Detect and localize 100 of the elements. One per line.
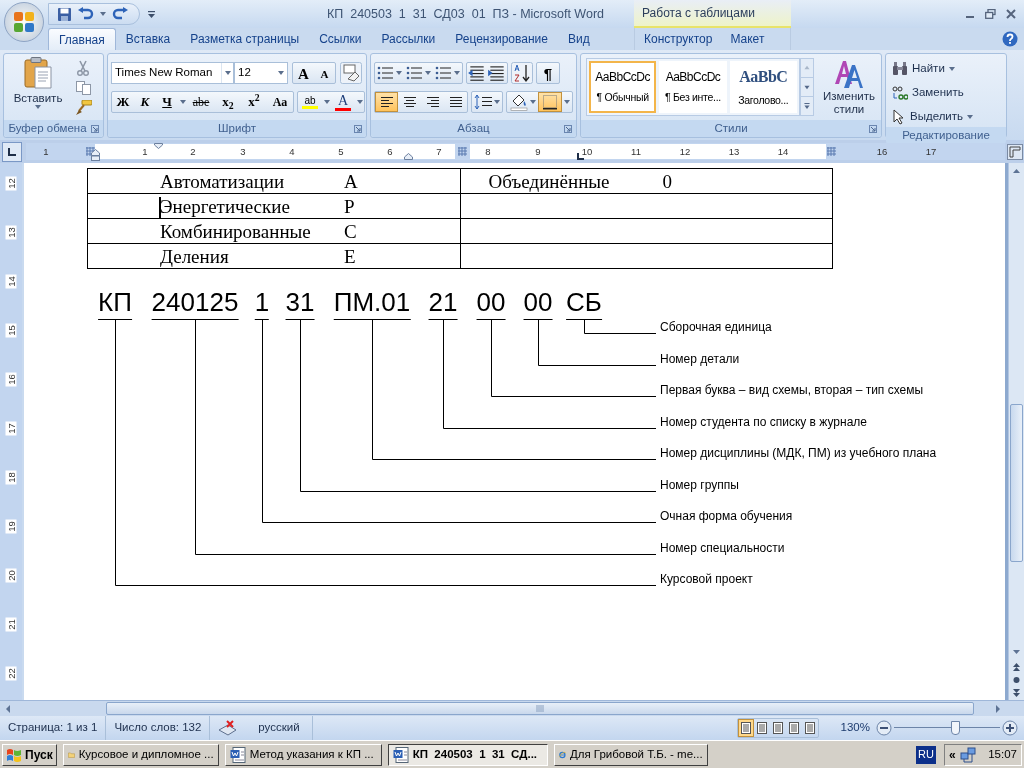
clock: 15:07 <box>988 746 1017 762</box>
zoom-out-icon[interactable] <box>876 720 892 736</box>
zoom-slider[interactable] <box>894 720 1000 736</box>
ribbon-tab[interactable]: Вид <box>557 28 600 50</box>
tab-stop-icon[interactable] <box>577 153 584 160</box>
ribbon-tab[interactable]: Макет <box>721 28 774 50</box>
ruler-number: 16 <box>876 146 888 157</box>
multilevel-list-icon[interactable] <box>435 64 453 82</box>
font-color-button[interactable]: A <box>331 92 355 112</box>
zoom-in-icon[interactable] <box>1002 720 1018 736</box>
decrease-indent-icon[interactable] <box>467 63 487 83</box>
increase-indent-icon[interactable] <box>487 63 507 83</box>
ruler-number: 8 <box>485 146 491 157</box>
cell-text: Комбинированные <box>160 219 312 243</box>
style-item[interactable]: AaBbC Заголово... <box>729 61 797 113</box>
show-formatting-button[interactable]: ¶ <box>536 62 560 84</box>
slider-thumb[interactable] <box>951 721 961 735</box>
caret-icon <box>530 100 536 104</box>
editing-button[interactable]: Найти <box>892 58 1006 79</box>
table-column-marker-icon[interactable] <box>458 147 467 156</box>
taskbar-button[interactable]: Для Грибовой Т.Б. - me... <box>553 743 708 766</box>
grow-font-button[interactable]: A <box>293 63 314 83</box>
close-icon[interactable] <box>1006 9 1016 19</box>
network-icon[interactable] <box>959 746 976 763</box>
help-icon[interactable] <box>1002 31 1018 47</box>
editing-button[interactable]: Выделить <box>892 106 1006 127</box>
italic-button[interactable]: К <box>134 92 156 112</box>
style-item[interactable]: AaBbCcDc ¶ Обычный <box>589 61 657 113</box>
cut-icon[interactable] <box>76 60 90 76</box>
ribbon-tab[interactable]: Конструктор <box>635 28 722 50</box>
line-spacing-icon[interactable] <box>474 93 494 111</box>
bold-button[interactable]: Ж <box>112 92 134 112</box>
ruler-number: 3 <box>240 146 246 157</box>
language-indicator[interactable]: RU <box>916 745 936 764</box>
ribbon-tab[interactable]: Вставка <box>115 28 181 50</box>
ribbon-tab[interactable]: Главная <box>48 28 116 50</box>
script-button[interactable]: x$^{2}$ <box>241 92 267 112</box>
customize-toolbar-icon[interactable] <box>148 10 155 18</box>
borders-button[interactable] <box>538 92 562 112</box>
show-hidden-icons-button[interactable]: « <box>949 745 956 764</box>
scroll-down-icon[interactable] <box>801 77 813 97</box>
taskbar-button[interactable]: Курсовое и дипломное ... <box>62 743 219 766</box>
group-title: Редактирование <box>902 127 990 143</box>
sort-icon[interactable] <box>511 62 533 84</box>
save-icon[interactable] <box>57 6 72 22</box>
ribbon-tab[interactable]: Разметка страницы <box>180 28 310 50</box>
align-left-button[interactable] <box>375 92 398 112</box>
office-button[interactable] <box>4 2 44 42</box>
dialog-launcher-icon[interactable] <box>90 124 99 133</box>
bullets-icon[interactable] <box>377 64 395 82</box>
editing-button[interactable]: Заменить <box>892 82 1006 103</box>
scrollbar-thumb[interactable] <box>1010 404 1023 562</box>
shrink-font-button[interactable]: A <box>314 63 335 83</box>
style-item[interactable]: AaBbCcDc ¶ Без инте... <box>659 61 727 113</box>
right-indent-icon[interactable] <box>404 153 413 160</box>
highlight-button[interactable]: ab <box>298 92 322 112</box>
format-painter-icon[interactable] <box>76 100 92 115</box>
taskbar-button[interactable]: Метод указания к КП ... <box>224 743 382 766</box>
ruler-number: 17 <box>925 146 937 157</box>
ribbon-tab[interactable]: Рецензирование <box>445 28 558 50</box>
dialog-launcher-icon[interactable] <box>564 125 572 133</box>
ribbon-tab[interactable]: Рассылки <box>371 28 446 50</box>
caret-icon <box>396 71 402 75</box>
font-name-field[interactable]: Times New Roman <box>111 62 234 84</box>
dialog-launcher-icon[interactable] <box>354 125 362 133</box>
ruler-number: 2 <box>190 146 196 157</box>
table-column-marker-icon[interactable] <box>827 147 836 156</box>
font-size-field[interactable]: 12 <box>234 62 288 84</box>
strikethrough-button[interactable]: abe <box>187 92 215 112</box>
redo-icon[interactable] <box>112 7 128 21</box>
change-case-button[interactable]: Aa <box>267 92 293 112</box>
explanation-label: Номер дисциплины (МДК, ПМ) из учебного плана <box>660 445 937 461</box>
taskbar-button[interactable]: КП 240503 1 31 СД... <box>387 743 548 766</box>
scrollbar-thumb[interactable] <box>106 702 974 715</box>
view-ruler-icon[interactable] <box>1007 143 1023 160</box>
ribbon-tab[interactable]: Ссылки <box>309 28 372 50</box>
code-segment: 1 <box>254 287 270 320</box>
left-indent-icon[interactable] <box>91 149 100 161</box>
clear-formatting-icon[interactable] <box>340 62 362 84</box>
undo-icon[interactable] <box>78 7 94 21</box>
ruler-number: 12 <box>679 146 691 157</box>
proofing-error-icon[interactable] <box>218 720 239 736</box>
shading-icon[interactable] <box>509 93 529 111</box>
zoom-level[interactable]: 130% <box>840 719 870 737</box>
paste-button[interactable]: Вставить <box>6 57 70 120</box>
start-button[interactable]: Пуск <box>2 743 57 766</box>
script-button[interactable]: x$_{2}$ <box>215 92 241 112</box>
copy-icon[interactable] <box>76 81 91 95</box>
caret-icon <box>323 100 330 104</box>
underline-button[interactable]: Ч <box>156 92 178 112</box>
first-line-indent-icon[interactable] <box>154 143 163 149</box>
table-column-marker-icon[interactable] <box>86 147 95 156</box>
print-layout-button[interactable] <box>737 719 754 737</box>
ruler-number: 17 <box>5 421 17 436</box>
dialog-launcher-icon[interactable] <box>869 125 877 133</box>
restore-icon[interactable] <box>985 9 996 19</box>
change-styles-button[interactable]: Изменить стили <box>818 58 880 116</box>
caret-icon[interactable] <box>100 12 106 16</box>
tab-selector-button[interactable] <box>2 141 22 162</box>
numbering-icon[interactable] <box>406 64 424 82</box>
